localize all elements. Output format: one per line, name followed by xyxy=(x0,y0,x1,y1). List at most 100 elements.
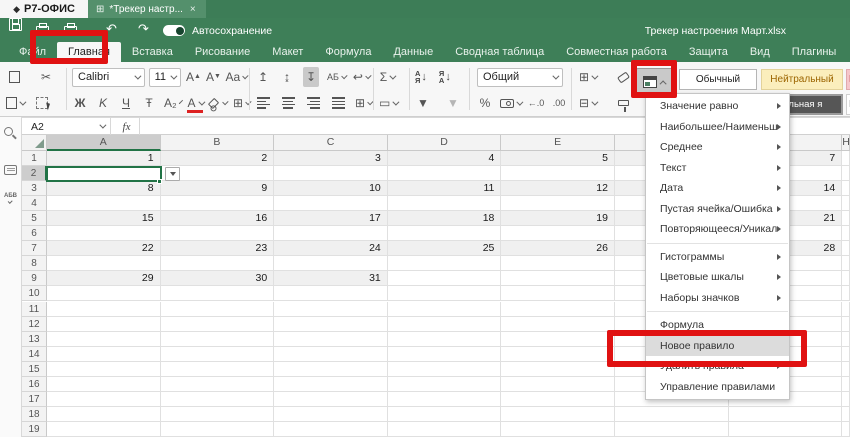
cell-C19[interactable] xyxy=(274,422,388,437)
ribbon-tab-Макет[interactable]: Макет xyxy=(261,42,314,62)
cell-E19[interactable] xyxy=(501,422,615,437)
cell-E7[interactable]: 26 xyxy=(501,241,615,256)
cut-button[interactable]: ✂ xyxy=(38,67,54,87)
row-header-4[interactable]: 4 xyxy=(22,196,47,211)
column-header-C[interactable]: C xyxy=(274,135,388,151)
cell-E10[interactable] xyxy=(501,286,615,301)
cell-B1[interactable]: 2 xyxy=(161,151,275,166)
ribbon-tab-Совместная работа[interactable]: Совместная работа xyxy=(555,42,678,62)
align-middle-button[interactable]: ↨ xyxy=(279,67,295,87)
align-right-button[interactable] xyxy=(305,93,321,113)
cell-D4[interactable] xyxy=(388,196,502,211)
cell-B14[interactable] xyxy=(161,347,275,362)
cell-H3[interactable] xyxy=(842,181,850,196)
menu-item[interactable]: Пустая ячейка/Ошибка xyxy=(646,199,789,220)
cell-E2[interactable] xyxy=(501,166,615,181)
cell-C11[interactable] xyxy=(274,302,388,317)
cell-E1[interactable]: 5 xyxy=(501,151,615,166)
cell-H18[interactable] xyxy=(842,407,850,422)
change-case-button[interactable]: Aa xyxy=(225,67,246,87)
cell-A9[interactable]: 29 xyxy=(47,271,161,286)
cell-H5[interactable] xyxy=(842,211,850,226)
cell-D14[interactable] xyxy=(388,347,502,362)
redo-icon[interactable]: ↷ xyxy=(138,21,149,37)
cell-B8[interactable] xyxy=(161,256,275,271)
menu-item[interactable]: Среднее xyxy=(646,137,789,158)
copy-button[interactable] xyxy=(6,67,22,87)
cell-D2[interactable] xyxy=(388,166,502,181)
bold-button[interactable]: Ж xyxy=(72,93,88,113)
align-center-button[interactable] xyxy=(280,93,296,113)
ribbon-tab-Сводная таблица[interactable]: Сводная таблица xyxy=(444,42,555,62)
cell-C5[interactable]: 17 xyxy=(274,211,388,226)
cell-B9[interactable]: 30 xyxy=(161,271,275,286)
cell-dropdown-button[interactable] xyxy=(165,167,180,181)
cell-C9[interactable]: 31 xyxy=(274,271,388,286)
save-icon[interactable] xyxy=(9,18,22,31)
row-header-17[interactable]: 17 xyxy=(22,392,47,407)
menu-item[interactable]: Повторяющееся/Уникальное xyxy=(646,219,789,240)
column-header-E[interactable]: E xyxy=(501,135,615,151)
justify-button[interactable] xyxy=(330,93,346,113)
cell-A7[interactable]: 22 xyxy=(47,241,161,256)
ribbon-tab-Вставка[interactable]: Вставка xyxy=(121,42,184,62)
search-icon[interactable] xyxy=(4,127,13,136)
column-header-A[interactable]: A xyxy=(47,135,161,151)
cell-E16[interactable] xyxy=(501,377,615,392)
cell-B5[interactable]: 16 xyxy=(161,211,275,226)
italic-button[interactable]: K xyxy=(95,93,111,113)
cell-H6[interactable] xyxy=(842,226,850,241)
cell-F19[interactable] xyxy=(615,422,729,437)
row-header-1[interactable]: 1 xyxy=(22,151,47,166)
row-header-18[interactable]: 18 xyxy=(22,407,47,422)
cell-E9[interactable] xyxy=(501,271,615,286)
fill-color-button[interactable] xyxy=(210,93,226,113)
spellcheck-icon[interactable]: АБВ xyxy=(4,193,17,203)
cell-A18[interactable] xyxy=(47,407,161,422)
cell-A11[interactable] xyxy=(47,302,161,317)
number-format-select[interactable]: Общий xyxy=(477,68,563,87)
wrap-text-button[interactable]: ↩ xyxy=(353,67,369,87)
row-header-19[interactable]: 19 xyxy=(22,422,47,437)
cell-E17[interactable] xyxy=(501,392,615,407)
menu-item[interactable]: Гистограммы xyxy=(646,247,789,268)
cell-E12[interactable] xyxy=(501,317,615,332)
cell-B16[interactable] xyxy=(161,377,275,392)
decrease-decimal-button[interactable]: ←.0 xyxy=(528,93,544,113)
subscript-button[interactable]: A₂ xyxy=(164,93,180,113)
column-header-B[interactable]: B xyxy=(161,135,275,151)
column-header-H[interactable]: H xyxy=(842,135,850,151)
row-header-15[interactable]: 15 xyxy=(22,362,47,377)
cell-D10[interactable] xyxy=(388,286,502,301)
cell-B7[interactable]: 23 xyxy=(161,241,275,256)
font-color-button[interactable]: А xyxy=(187,93,203,113)
cell-A5[interactable]: 15 xyxy=(47,211,161,226)
cell-B4[interactable] xyxy=(161,196,275,211)
cell-E15[interactable] xyxy=(501,362,615,377)
cell-D5[interactable]: 18 xyxy=(388,211,502,226)
cell-style-normal[interactable]: Обычный xyxy=(679,69,757,90)
ribbon-tab-Данные[interactable]: Данные xyxy=(382,42,444,62)
cell-A6[interactable] xyxy=(47,226,161,241)
ribbon-tab-Плагины[interactable]: Плагины xyxy=(781,42,848,62)
comments-icon[interactable] xyxy=(4,165,17,175)
ribbon-tab-Формула[interactable]: Формула xyxy=(314,42,382,62)
cell-H19[interactable] xyxy=(842,422,850,437)
clear-filter-button[interactable]: ▼ xyxy=(445,93,461,113)
column-header-D[interactable]: D xyxy=(388,135,502,151)
ribbon-tab-Защита[interactable]: Защита xyxy=(678,42,739,62)
document-tab[interactable]: ⊞ *Трекер настр... × xyxy=(88,0,206,18)
cell-C7[interactable]: 24 xyxy=(274,241,388,256)
row-header-11[interactable]: 11 xyxy=(22,302,47,317)
cell-C18[interactable] xyxy=(274,407,388,422)
cell-H8[interactable] xyxy=(842,256,850,271)
cell-style-next[interactable]: Г xyxy=(846,94,850,115)
cell-B13[interactable] xyxy=(161,332,275,347)
cell-F18[interactable] xyxy=(615,407,729,422)
cell-D16[interactable] xyxy=(388,377,502,392)
cell-D18[interactable] xyxy=(388,407,502,422)
menu-item[interactable]: Наборы значков xyxy=(646,288,789,309)
cell-C13[interactable] xyxy=(274,332,388,347)
cell-A16[interactable] xyxy=(47,377,161,392)
cell-B3[interactable]: 9 xyxy=(161,181,275,196)
